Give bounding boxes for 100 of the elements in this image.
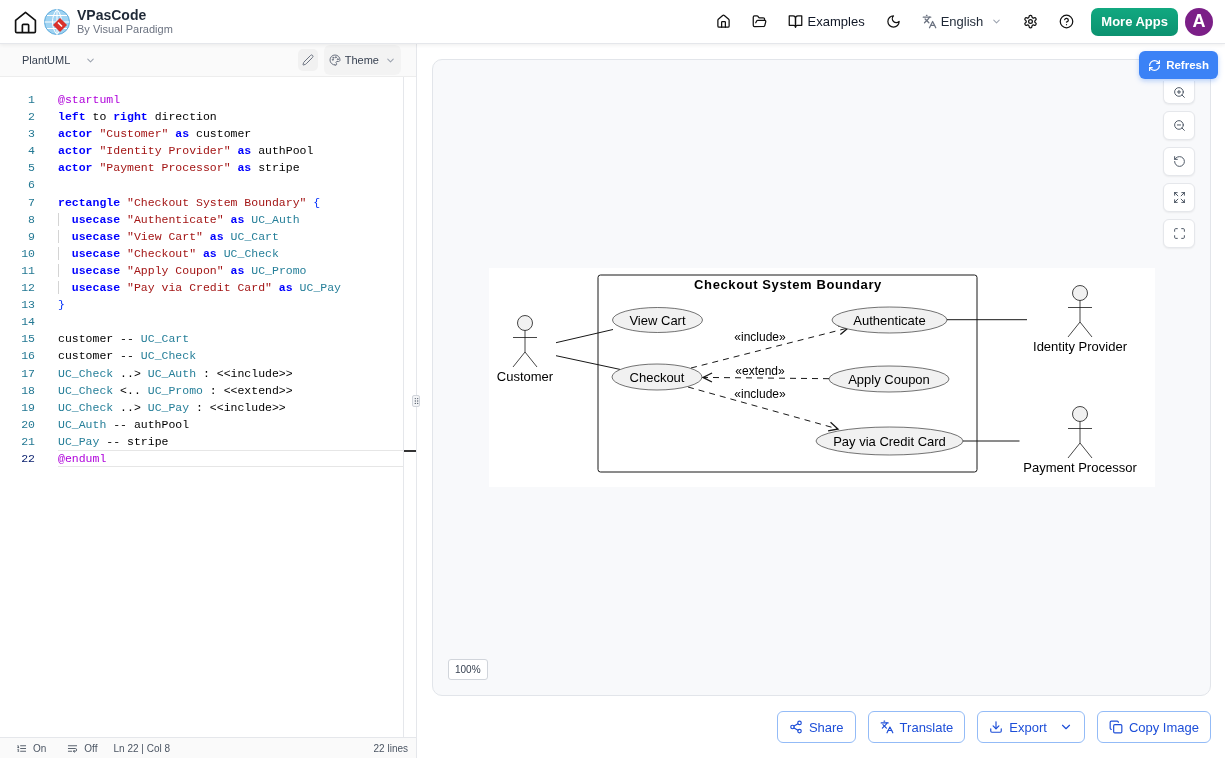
caret-icon xyxy=(991,16,1003,27)
stereotype-label: «include» xyxy=(733,387,786,401)
code-line: usecase "View Cart" as UC_Cart xyxy=(58,227,279,245)
use-case: View Cart xyxy=(611,307,703,333)
app-subtitle: By Visual Paradigm xyxy=(77,23,173,36)
stereotype-label: «extend» xyxy=(734,364,785,378)
fullscreen-icon xyxy=(1172,227,1186,240)
line-number: 1 xyxy=(27,92,35,108)
line-number: 10 xyxy=(20,245,35,262)
translate-icon xyxy=(879,720,894,734)
line-number: 15 xyxy=(20,331,35,348)
code-line: usecase "Apply Coupon" as UC_Promo xyxy=(58,261,307,280)
line-number: 4 xyxy=(27,143,35,160)
settings-icon[interactable] xyxy=(1023,14,1039,29)
association-line xyxy=(962,440,1020,442)
code-line: customer -- UC_Check xyxy=(58,348,197,365)
fullscreen-button[interactable] xyxy=(1163,219,1195,248)
use-case: Authenticate xyxy=(831,306,947,334)
line-numbers-toggle[interactable]: On xyxy=(16,742,47,754)
line-number: 7 xyxy=(27,194,35,211)
code-line: UC_Check ..> UC_Auth : <<include>> xyxy=(58,365,293,382)
code-line: usecase "Checkout" as UC_Check xyxy=(58,244,279,262)
zoom-level: 100% xyxy=(448,659,488,680)
zoom-in-button[interactable] xyxy=(1163,81,1195,104)
actor-name: Customer xyxy=(496,369,553,384)
code-line: } xyxy=(58,297,65,314)
globe-logo-icon xyxy=(44,8,70,35)
copy-image-button[interactable]: Copy Image xyxy=(1096,711,1211,743)
line-number: 17 xyxy=(20,365,35,382)
refresh-button[interactable]: Refresh xyxy=(1139,51,1218,79)
use-case: Checkout xyxy=(611,363,702,391)
code-line: UC_Pay -- stripe xyxy=(58,433,169,450)
line-number: 12 xyxy=(20,280,35,297)
cursor-position-marker xyxy=(404,450,416,453)
home-icon[interactable] xyxy=(715,14,731,29)
help-icon[interactable] xyxy=(1059,14,1075,29)
share-icon xyxy=(788,720,803,734)
line-number: 8 xyxy=(27,211,35,228)
line-number: 13 xyxy=(20,297,35,314)
stick-figure-icon xyxy=(512,315,537,368)
share-button[interactable]: Share xyxy=(776,711,856,743)
language-dropdown[interactable]: PlantUML xyxy=(22,54,97,66)
line-number: 9 xyxy=(27,228,35,245)
stereotype-label: «include» xyxy=(733,330,786,344)
theme-button[interactable]: Theme xyxy=(323,45,401,75)
avatar[interactable]: A xyxy=(1185,7,1213,36)
use-case: Apply Coupon xyxy=(828,365,949,393)
code-line: actor "Identity Provider" as authPool xyxy=(58,143,314,160)
line-count: 22 lines xyxy=(373,742,408,754)
line-number: 18 xyxy=(20,382,35,399)
zoom-in-icon xyxy=(1172,85,1186,99)
use-case: Pay via Credit Card xyxy=(815,426,963,456)
refresh-icon xyxy=(1148,58,1162,72)
pencil-icon xyxy=(301,54,314,66)
code-line: rectangle "Checkout System Boundary" { xyxy=(58,194,321,211)
fit-button[interactable] xyxy=(1163,183,1195,212)
actor-name: Payment Processor xyxy=(1022,460,1137,475)
word-wrap-toggle[interactable]: Off xyxy=(67,742,98,754)
book-icon xyxy=(787,14,803,29)
code-line: @enduml xyxy=(58,449,403,468)
cursor-position: Ln 22 | Col 8 xyxy=(113,742,171,754)
language-selector[interactable]: English xyxy=(921,14,1003,29)
examples-button[interactable]: Examples xyxy=(787,14,865,29)
translate-button[interactable]: Translate xyxy=(867,711,966,743)
code-line: actor "Customer" as customer xyxy=(58,126,252,143)
reset-button[interactable] xyxy=(1163,147,1195,176)
rotate-left-icon xyxy=(1172,155,1186,168)
line-number: 22 xyxy=(20,450,35,467)
line-number: 2 xyxy=(27,109,35,126)
palette-icon xyxy=(328,54,341,66)
line-number: 11 xyxy=(20,262,35,279)
folder-icon[interactable] xyxy=(751,14,767,29)
moon-icon[interactable] xyxy=(885,14,901,29)
line-number: 20 xyxy=(20,416,35,433)
stick-figure-icon xyxy=(1067,285,1092,338)
resize-grip-icon[interactable] xyxy=(412,395,420,407)
download-icon xyxy=(989,720,1004,734)
code-line: UC_Auth -- authPool xyxy=(58,416,190,433)
code-line: left to right direction xyxy=(58,109,217,126)
line-number: 21 xyxy=(20,433,35,450)
code-line: customer -- UC_Cart xyxy=(58,331,190,348)
numbered-list-icon xyxy=(16,742,27,754)
line-number: 14 xyxy=(20,314,35,331)
wrap-text-icon xyxy=(67,742,79,754)
actor-name: Identity Provider xyxy=(1032,339,1127,354)
edit-button[interactable] xyxy=(297,49,318,71)
stick-figure-icon xyxy=(1067,406,1092,459)
line-number: 16 xyxy=(20,348,35,365)
zoom-out-button[interactable] xyxy=(1163,111,1195,140)
boundary-title: Checkout System Boundary xyxy=(693,277,882,292)
line-number: 5 xyxy=(27,160,35,177)
association-line xyxy=(555,329,613,344)
code-line: @startuml xyxy=(58,92,121,108)
line-number: 19 xyxy=(20,399,35,416)
copy-icon xyxy=(1108,720,1123,734)
translate-icon xyxy=(921,14,937,29)
code-line: UC_Check ..> UC_Pay : <<include>> xyxy=(58,399,286,416)
code-line: UC_Check <.. UC_Promo : <<extend>> xyxy=(58,382,293,399)
export-button[interactable]: Export xyxy=(977,711,1085,743)
zoom-out-icon xyxy=(1172,119,1186,132)
